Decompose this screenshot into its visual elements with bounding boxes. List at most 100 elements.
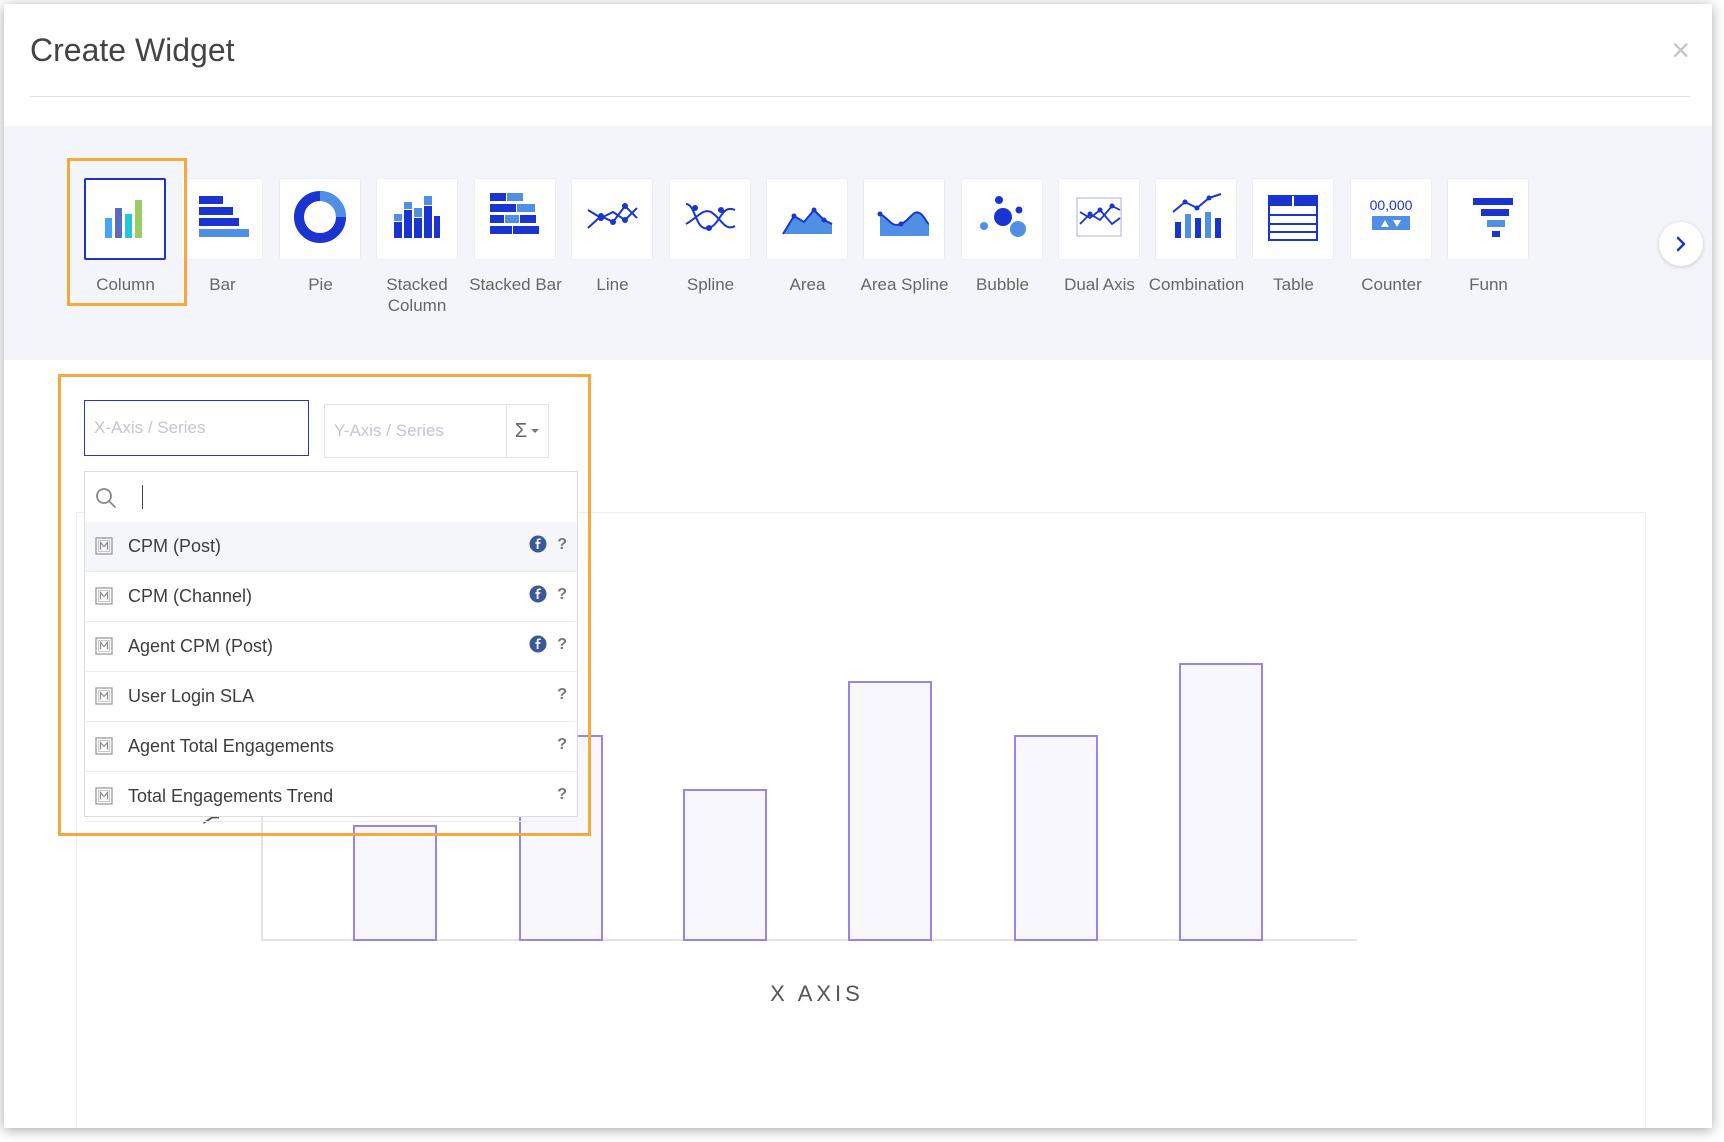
chart-type-pie[interactable]: Pie [267,126,374,360]
metric-option[interactable]: Agent CPM (Post) ? [85,622,577,672]
counter-glyph: 00,000 [1370,197,1413,230]
metric-option[interactable]: User Login SLA ? [85,672,577,722]
metric-label: CPM (Post) [128,536,222,556]
metric-option[interactable]: CPM (Channel) ? [85,572,577,622]
pie-glyph [294,190,346,243]
table-icon [1264,188,1322,251]
chart-type-funnel[interactable]: Funn [1435,126,1542,360]
chart-type-bubble[interactable]: Bubble [949,126,1056,360]
metric-icon [95,637,113,655]
metric-option[interactable]: Agent Total Engagements ? [85,722,577,772]
chart-bar [353,825,437,941]
funnel-tile[interactable] [1447,178,1529,260]
help-icon[interactable]: ? [557,536,567,554]
chart-type-table[interactable]: Table [1240,126,1347,360]
stacked-bar-glyph [490,192,539,234]
chart-type-label: Bubble [976,275,1029,294]
table-tile[interactable] [1252,178,1334,260]
area-tile[interactable] [766,178,848,260]
header-divider [30,96,1690,97]
search-icon [96,488,116,508]
chart-bar [848,681,932,941]
help-icon[interactable]: ? [557,736,567,754]
chart-type-area-spline[interactable]: Area Spline [851,126,958,360]
bar-glyph [199,195,249,237]
bubble-tile[interactable] [961,178,1043,260]
chart-type-label: Stacked Column [386,275,448,315]
dual-axis-tile[interactable] [1058,178,1140,260]
chart-type-label: Spline [686,275,735,294]
area-chart-icon [778,188,836,251]
chart-type-line[interactable]: Line [559,126,666,360]
chart-type-strip: Column Bar Pie Stacked Column Stacked Ba… [4,126,1712,360]
stacked-bar-icon [486,188,544,251]
chart-type-label: Area Spline [860,275,949,294]
sigma-icon: Σ [514,419,528,442]
facebook-icon [529,535,547,553]
selected-type-highlight [67,158,187,306]
aggregate-button[interactable]: Σ [507,404,549,458]
spline-glyph [685,202,736,231]
chart-type-combination[interactable]: Combination [1143,126,1250,360]
counter-tile[interactable]: 00,000 [1350,178,1432,260]
area-spline-glyph [877,210,930,236]
metric-label: CPM (Channel) [128,586,253,606]
modal-title: Create Widget [30,32,235,68]
chart-type-label: Pie [308,275,333,294]
chart-type-label: Stacked Bar [469,275,562,294]
chart-type-dual-axis[interactable]: Dual Axis [1046,126,1153,360]
close-icon[interactable]: × [1671,34,1690,66]
chart-bar [683,789,767,941]
next-arrow-button[interactable] [1659,222,1703,266]
y-axis-input[interactable] [324,404,507,458]
pie-tile[interactable] [279,178,361,260]
facebook-icon [529,585,547,603]
pie-chart-icon [291,188,349,251]
metric-icon [95,687,113,705]
stacked-column-icon [388,188,446,251]
funnel-icon [1459,188,1517,251]
combination-tile[interactable] [1155,178,1237,260]
help-icon[interactable]: ? [557,786,567,804]
chart-type-label: Counter [1361,275,1422,294]
bubble-glyph [980,195,1026,237]
x-axis-input[interactable] [84,400,309,456]
chart-type-spline[interactable]: Spline [657,126,764,360]
combination-glyph [1172,192,1222,238]
metric-option[interactable]: CPM (Post) ? [85,522,577,572]
table-glyph [1268,194,1318,241]
chart-type-stacked-column[interactable]: Stacked Column [364,126,471,360]
area-spline-icon [875,188,933,251]
spline-tile[interactable] [669,178,751,260]
stacked-bar-tile[interactable] [474,178,556,260]
metric-icon [95,537,113,555]
metric-label: User Login SLA [128,686,255,706]
area-spline-tile[interactable] [863,178,945,260]
chart-type-stacked-bar[interactable]: Stacked Bar [462,126,569,360]
help-icon[interactable]: ? [557,636,567,654]
chart-type-area[interactable]: Area [754,126,861,360]
metric-label: Total Engagements Trend [128,786,334,806]
chart-type-label: Dual Axis [1064,275,1135,294]
dual-axis-glyph [1076,197,1122,236]
combination-chart-icon [1167,188,1225,251]
spline-chart-icon [681,188,739,251]
help-icon[interactable]: ? [557,686,567,704]
line-glyph [587,202,638,229]
bubble-chart-icon [973,188,1031,251]
dropdown-search-input[interactable] [131,482,555,514]
stacked-column-tile[interactable] [376,178,458,260]
chart-bar [1014,735,1098,941]
facebook-icon [529,635,547,653]
area-glyph [782,207,833,235]
help-icon[interactable]: ? [557,586,567,604]
metric-list: CPM (Post) ? CPM (Channel) ? Agent CPM (… [85,522,577,822]
bar-tile[interactable] [181,178,263,260]
metric-option[interactable]: Total Engagements Trend ? [85,772,577,822]
caret-down-icon [531,429,540,433]
metric-icon [95,787,113,805]
line-tile[interactable] [571,178,653,260]
chart-type-counter[interactable]: 00,000 Counter [1338,126,1445,360]
chart-type-label: Combination [1148,275,1245,294]
create-widget-modal: Create Widget × Column Bar Pie Stacked C… [4,4,1712,1128]
